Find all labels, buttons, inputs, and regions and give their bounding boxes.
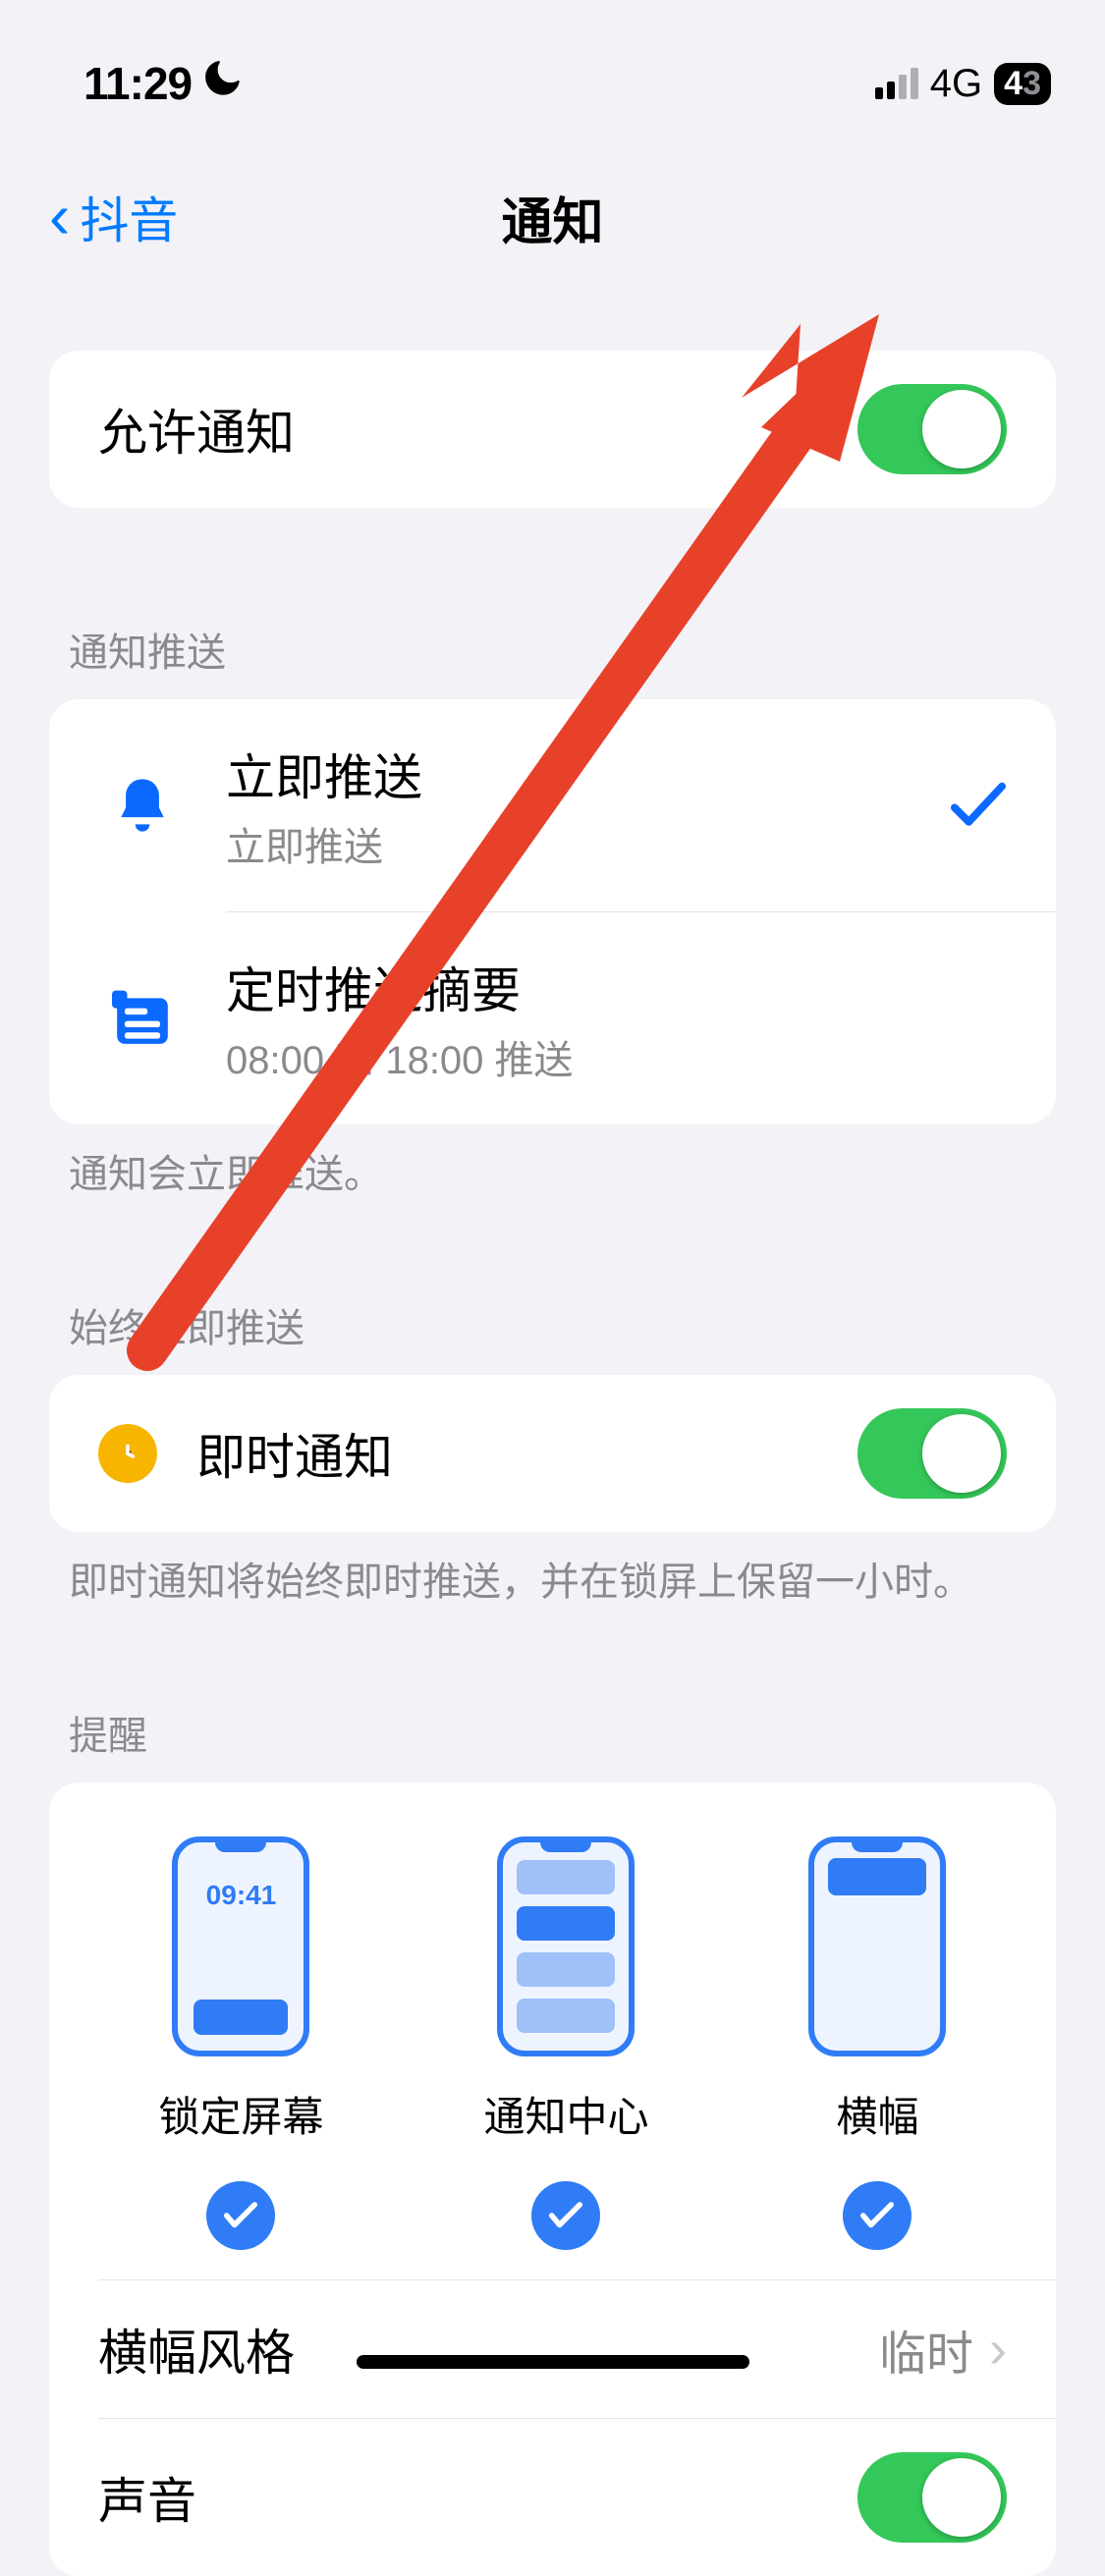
banner-style-row[interactable]: 横幅风格 临时 › [49, 2280, 1056, 2418]
always-immediate-header: 始终立即推送 [49, 1296, 1056, 1375]
delivery-scheduled-title: 定时推送摘要 [226, 952, 1007, 1022]
lock-screen-preview-icon: 09:41 [172, 1836, 309, 2056]
alert-option-notification-center[interactable]: 通知中心 [483, 1836, 648, 2250]
delivery-immediate-sub: 立即推送 [226, 815, 950, 872]
chevron-left-icon: ‹ [49, 192, 70, 242]
notification-center-preview-icon [497, 1836, 635, 2056]
sound-label: 声音 [98, 2462, 857, 2533]
notification-center-label: 通知中心 [483, 2084, 648, 2144]
banners-preview-icon [808, 1836, 946, 2056]
sound-row: 声音 [49, 2419, 1056, 2576]
time-sensitive-toggle[interactable] [857, 1408, 1007, 1499]
back-button[interactable]: ‹ 抖音 [49, 182, 178, 252]
network-type: 4G [930, 62, 982, 106]
allow-notifications-row: 允许通知 [49, 351, 1056, 508]
banners-check-icon [843, 2181, 912, 2250]
signal-strength-icon [875, 68, 918, 99]
allow-notifications-toggle[interactable] [857, 384, 1007, 474]
status-bar: 11:29 4G 43 [0, 0, 1105, 128]
chevron-right-icon: › [989, 2319, 1007, 2380]
status-time: 11:29 [83, 57, 192, 110]
delivery-footer: 通知会立即推送。 [49, 1124, 1056, 1203]
lock-screen-label: 锁定屏幕 [158, 2084, 323, 2144]
checkmark-icon [950, 781, 1007, 830]
clock-icon [98, 1424, 157, 1483]
lock-screen-check-icon [206, 2181, 275, 2250]
back-label: 抖音 [80, 182, 178, 252]
time-sensitive-row: 即时通知 [49, 1375, 1056, 1532]
time-sensitive-label: 即时通知 [196, 1418, 857, 1489]
home-indicator[interactable] [357, 2355, 749, 2369]
battery-level: 43 [994, 63, 1051, 105]
notification-center-check-icon [531, 2181, 600, 2250]
banner-style-value: 临时 [879, 2315, 973, 2384]
delivery-immediate-row[interactable]: 立即推送 立即推送 [49, 699, 1056, 911]
delivery-immediate-title: 立即推送 [226, 739, 950, 809]
summary-icon [98, 988, 187, 1049]
allow-notifications-label: 允许通知 [98, 394, 857, 465]
alert-option-lock-screen[interactable]: 09:41 锁定屏幕 [158, 1836, 323, 2250]
alert-option-banners[interactable]: 横幅 [808, 1836, 946, 2250]
banners-label: 横幅 [836, 2084, 918, 2144]
delivery-scheduled-sub: 08:00 和 18:00 推送 [226, 1028, 1007, 1085]
do-not-disturb-icon [203, 59, 243, 108]
alerts-header: 提醒 [49, 1704, 1056, 1782]
delivery-header: 通知推送 [49, 621, 1056, 699]
sound-toggle[interactable] [857, 2452, 1007, 2543]
delivery-scheduled-row[interactable]: 定时推送摘要 08:00 和 18:00 推送 [49, 912, 1056, 1124]
banner-style-label: 横幅风格 [98, 2314, 879, 2384]
page-title: 通知 [501, 181, 603, 254]
always-immediate-footer: 即时通知将始终即时推送，并在锁屏上保留一小时。 [49, 1532, 1056, 1611]
nav-bar: ‹ 抖音 通知 [0, 128, 1105, 301]
bell-icon [98, 774, 187, 837]
